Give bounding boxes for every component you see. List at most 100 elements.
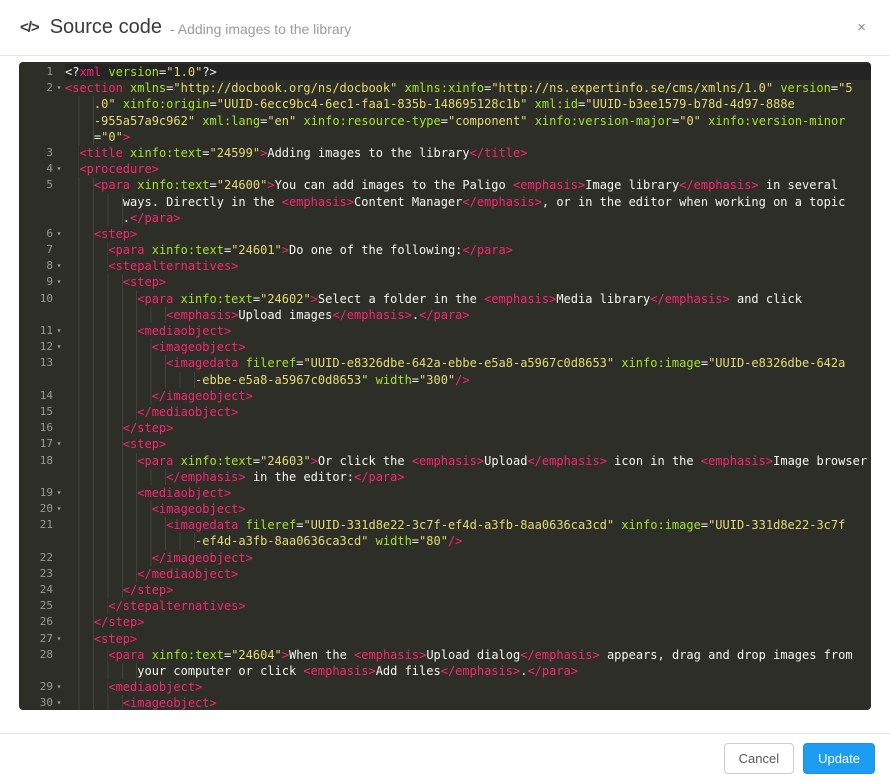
line-number: 27 xyxy=(19,631,53,647)
line-number: 30 xyxy=(19,695,53,710)
indent-guides xyxy=(65,517,166,533)
fold-toggle-icon[interactable]: ▾ xyxy=(53,226,65,242)
indent-guides xyxy=(65,550,152,566)
fold-toggle-icon[interactable]: ▾ xyxy=(53,323,65,339)
code-line[interactable]: 23 </mediaobject> xyxy=(19,566,871,582)
code-line[interactable]: 17▾ <step> xyxy=(19,436,871,452)
code-line[interactable]: 5 <para xinfo:text="24600">You can add i… xyxy=(19,177,871,193)
modal-footer: Cancel Update xyxy=(0,733,890,782)
fold-toggle-icon[interactable]: ▾ xyxy=(53,161,65,177)
indent-guides xyxy=(65,372,195,388)
code-line[interactable]: 9▾ <step> xyxy=(19,274,871,290)
line-number: 11 xyxy=(19,323,53,339)
line-number: 26 xyxy=(19,614,53,630)
source-code-editor[interactable]: 1<?xml version="1.0"?>2▾<section xmlns="… xyxy=(19,62,871,710)
fold-toggle-icon[interactable]: ▾ xyxy=(53,339,65,355)
code-line[interactable]: 11▾ <mediaobject> xyxy=(19,323,871,339)
line-number: 13 xyxy=(19,355,53,371)
indent-guides xyxy=(65,388,152,404)
fold-gutter xyxy=(53,372,65,388)
code-line[interactable]: 28 <para xinfo:text="24604">When the <em… xyxy=(19,647,871,663)
code-line[interactable]: 25 </stepalternatives> xyxy=(19,598,871,614)
cancel-button[interactable]: Cancel xyxy=(724,743,794,774)
code-line[interactable]: .</para> xyxy=(19,210,871,226)
line-number: 21 xyxy=(19,517,53,533)
code-line[interactable]: 16 </step> xyxy=(19,420,871,436)
code-line[interactable]: 21 <imagedata fileref="UUID-331d8e22-3c7… xyxy=(19,517,871,533)
line-number xyxy=(19,533,53,549)
fold-toggle-icon[interactable]: ▾ xyxy=(53,695,65,710)
line-number xyxy=(19,663,53,679)
code-line[interactable]: 13 <imagedata fileref="UUID-e8326dbe-642… xyxy=(19,355,871,371)
code-line[interactable]: 2▾<section xmlns="http://docbook.org/ns/… xyxy=(19,80,871,96)
fold-gutter xyxy=(53,210,65,226)
code-line[interactable]: 24 </step> xyxy=(19,582,871,598)
code-line[interactable]: 18 <para xinfo:text="24603">Or click the… xyxy=(19,453,871,469)
code-line[interactable]: 12▾ <imageobject> xyxy=(19,339,871,355)
code-line[interactable]: 20▾ <imageobject> xyxy=(19,501,871,517)
code-line[interactable]: 8▾ <stepalternatives> xyxy=(19,258,871,274)
page-title: Source code xyxy=(50,16,162,39)
update-button[interactable]: Update xyxy=(803,743,875,774)
code-line[interactable]: -ef4d-a3fb-8aa0636ca3cd" width="80"/> xyxy=(19,533,871,549)
code-line[interactable]: 27▾ <step> xyxy=(19,631,871,647)
fold-toggle-icon[interactable]: ▾ xyxy=(53,485,65,501)
fold-gutter xyxy=(53,177,65,193)
fold-toggle-icon[interactable]: ▾ xyxy=(53,679,65,695)
code-line[interactable]: 29▾ <mediaobject> xyxy=(19,679,871,695)
code-line[interactable]: <emphasis>Upload images</emphasis>.</par… xyxy=(19,307,871,323)
code-line[interactable]: ways. Directly in the <emphasis>Content … xyxy=(19,194,871,210)
fold-gutter xyxy=(53,598,65,614)
fold-toggle-icon[interactable]: ▾ xyxy=(53,436,65,452)
line-number xyxy=(19,307,53,323)
line-number: 23 xyxy=(19,566,53,582)
code-line[interactable]: ="0"> xyxy=(19,129,871,145)
code-line[interactable]: -ebbe-e5a8-a5967c0d8653" width="300"/> xyxy=(19,372,871,388)
line-number: 20 xyxy=(19,501,53,517)
indent-guides xyxy=(65,695,123,710)
line-number xyxy=(19,113,53,129)
line-number: 9 xyxy=(19,274,53,290)
indent-guides xyxy=(65,355,166,371)
code-line[interactable]: your computer or click <emphasis>Add fil… xyxy=(19,663,871,679)
code-line[interactable]: 15 </mediaobject> xyxy=(19,404,871,420)
line-number: 8 xyxy=(19,258,53,274)
code-line[interactable]: 30▾ <imageobject> xyxy=(19,695,871,710)
fold-toggle-icon[interactable]: ▾ xyxy=(53,258,65,274)
code-line[interactable]: 4▾ <procedure> xyxy=(19,161,871,177)
line-number: 12 xyxy=(19,339,53,355)
code-icon: </> xyxy=(20,19,39,36)
close-icon[interactable]: × xyxy=(853,16,870,39)
code-line[interactable]: 3 <title xinfo:text="24599">Adding image… xyxy=(19,145,871,161)
fold-toggle-icon[interactable]: ▾ xyxy=(53,274,65,290)
page-subtitle: - Adding images to the library xyxy=(170,18,351,37)
code-line[interactable]: .0" xinfo:origin="UUID-6ecc9bc4-6ec1-faa… xyxy=(19,96,871,112)
indent-guides xyxy=(65,469,166,485)
fold-gutter xyxy=(53,194,65,210)
indent-guides xyxy=(65,210,123,226)
code-line[interactable]: 19▾ <mediaobject> xyxy=(19,485,871,501)
code-line[interactable]: </emphasis> in the editor:</para> xyxy=(19,469,871,485)
code-line[interactable]: 10 <para xinfo:text="24602">Select a fol… xyxy=(19,291,871,307)
code-line[interactable]: 7 <para xinfo:text="24601">Do one of the… xyxy=(19,242,871,258)
fold-toggle-icon[interactable]: ▾ xyxy=(53,501,65,517)
fold-gutter xyxy=(53,533,65,549)
fold-gutter xyxy=(53,145,65,161)
indent-guides xyxy=(65,339,152,355)
line-number xyxy=(19,372,53,388)
code-line[interactable]: -955a57a9c962" xml:lang="en" xinfo:resou… xyxy=(19,113,871,129)
fold-toggle-icon[interactable]: ▾ xyxy=(53,631,65,647)
code-line[interactable]: 6▾ <step> xyxy=(19,226,871,242)
code-line[interactable]: 26 </step> xyxy=(19,614,871,630)
indent-guides xyxy=(65,96,94,112)
modal-header: </> Source code - Adding images to the l… xyxy=(0,0,890,56)
code-line[interactable]: 14 </imageobject> xyxy=(19,388,871,404)
indent-guides xyxy=(65,129,94,145)
fold-gutter xyxy=(53,614,65,630)
fold-toggle-icon[interactable]: ▾ xyxy=(53,80,65,96)
indent-guides xyxy=(65,631,94,647)
indent-guides xyxy=(65,177,94,193)
code-line[interactable]: 1<?xml version="1.0"?> xyxy=(19,64,871,80)
code-line[interactable]: 22 </imageobject> xyxy=(19,550,871,566)
line-number: 16 xyxy=(19,420,53,436)
